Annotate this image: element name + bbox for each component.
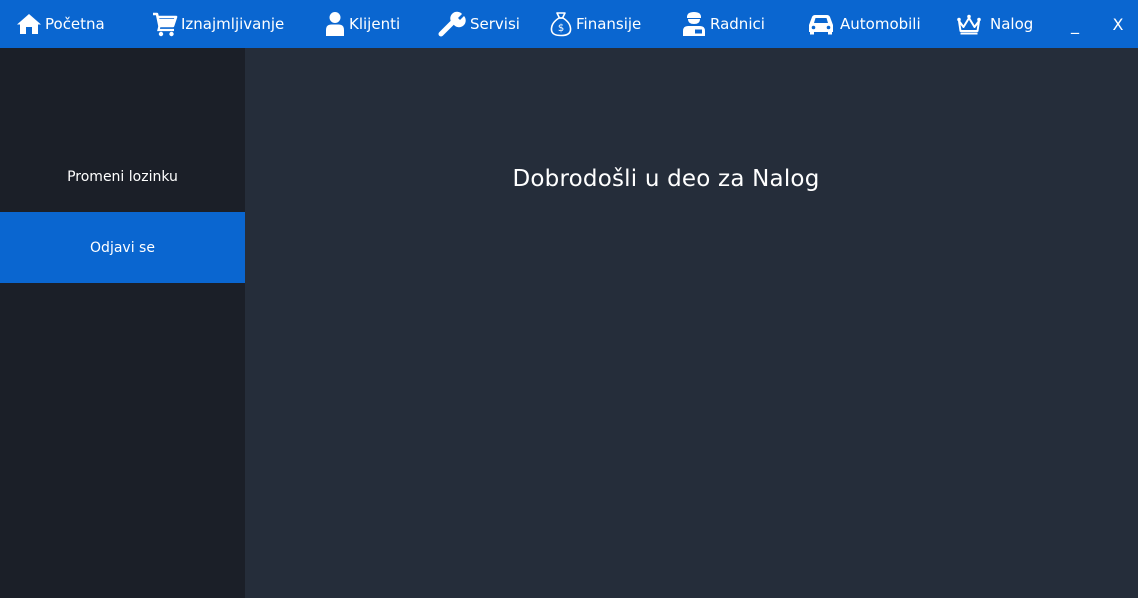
nav-item-pocetna[interactable]: Početna (16, 0, 105, 48)
minimize-button[interactable]: _ (1064, 0, 1086, 48)
nav-label: Servisi (470, 15, 520, 33)
cart-icon (152, 11, 178, 37)
nav-item-servisi[interactable]: Servisi (438, 0, 520, 48)
svg-text:$: $ (558, 23, 564, 34)
nav-label: Nalog (990, 15, 1034, 33)
nav-item-iznajmljivanje[interactable]: Iznajmljivanje (152, 0, 284, 48)
top-navigation-bar: Početna Iznajmljivanje Klijenti Servisi … (0, 0, 1138, 48)
close-button[interactable]: X (1106, 0, 1130, 48)
money-bag-icon: $ (549, 11, 573, 37)
home-icon (16, 12, 42, 36)
main-content: Dobrodošli u deo za Nalog (245, 48, 1138, 598)
nav-item-finansije[interactable]: $ Finansije (549, 0, 641, 48)
nav-label: Radnici (710, 15, 765, 33)
nav-item-radnici[interactable]: Radnici (682, 0, 765, 48)
nav-item-klijenti[interactable]: Klijenti (324, 0, 400, 48)
wrench-icon (438, 11, 466, 37)
nav-item-nalog[interactable]: Nalog (956, 0, 1033, 48)
nav-label: Početna (45, 15, 105, 33)
user-icon (324, 11, 346, 37)
worker-icon (682, 11, 706, 37)
nav-label: Iznajmljivanje (181, 15, 285, 33)
car-icon (807, 13, 835, 35)
nav-item-automobili[interactable]: Automobili (807, 0, 921, 48)
change-password-button[interactable]: Promeni lozinku (0, 141, 245, 212)
nav-label: Automobili (840, 15, 921, 33)
logout-button[interactable]: Odjavi se (0, 212, 245, 283)
sidebar: Promeni lozinku Odjavi se (0, 48, 245, 598)
welcome-heading: Dobrodošli u deo za Nalog (512, 166, 820, 192)
crown-icon (956, 13, 982, 35)
nav-label: Finansije (576, 15, 642, 33)
nav-label: Klijenti (349, 15, 401, 33)
